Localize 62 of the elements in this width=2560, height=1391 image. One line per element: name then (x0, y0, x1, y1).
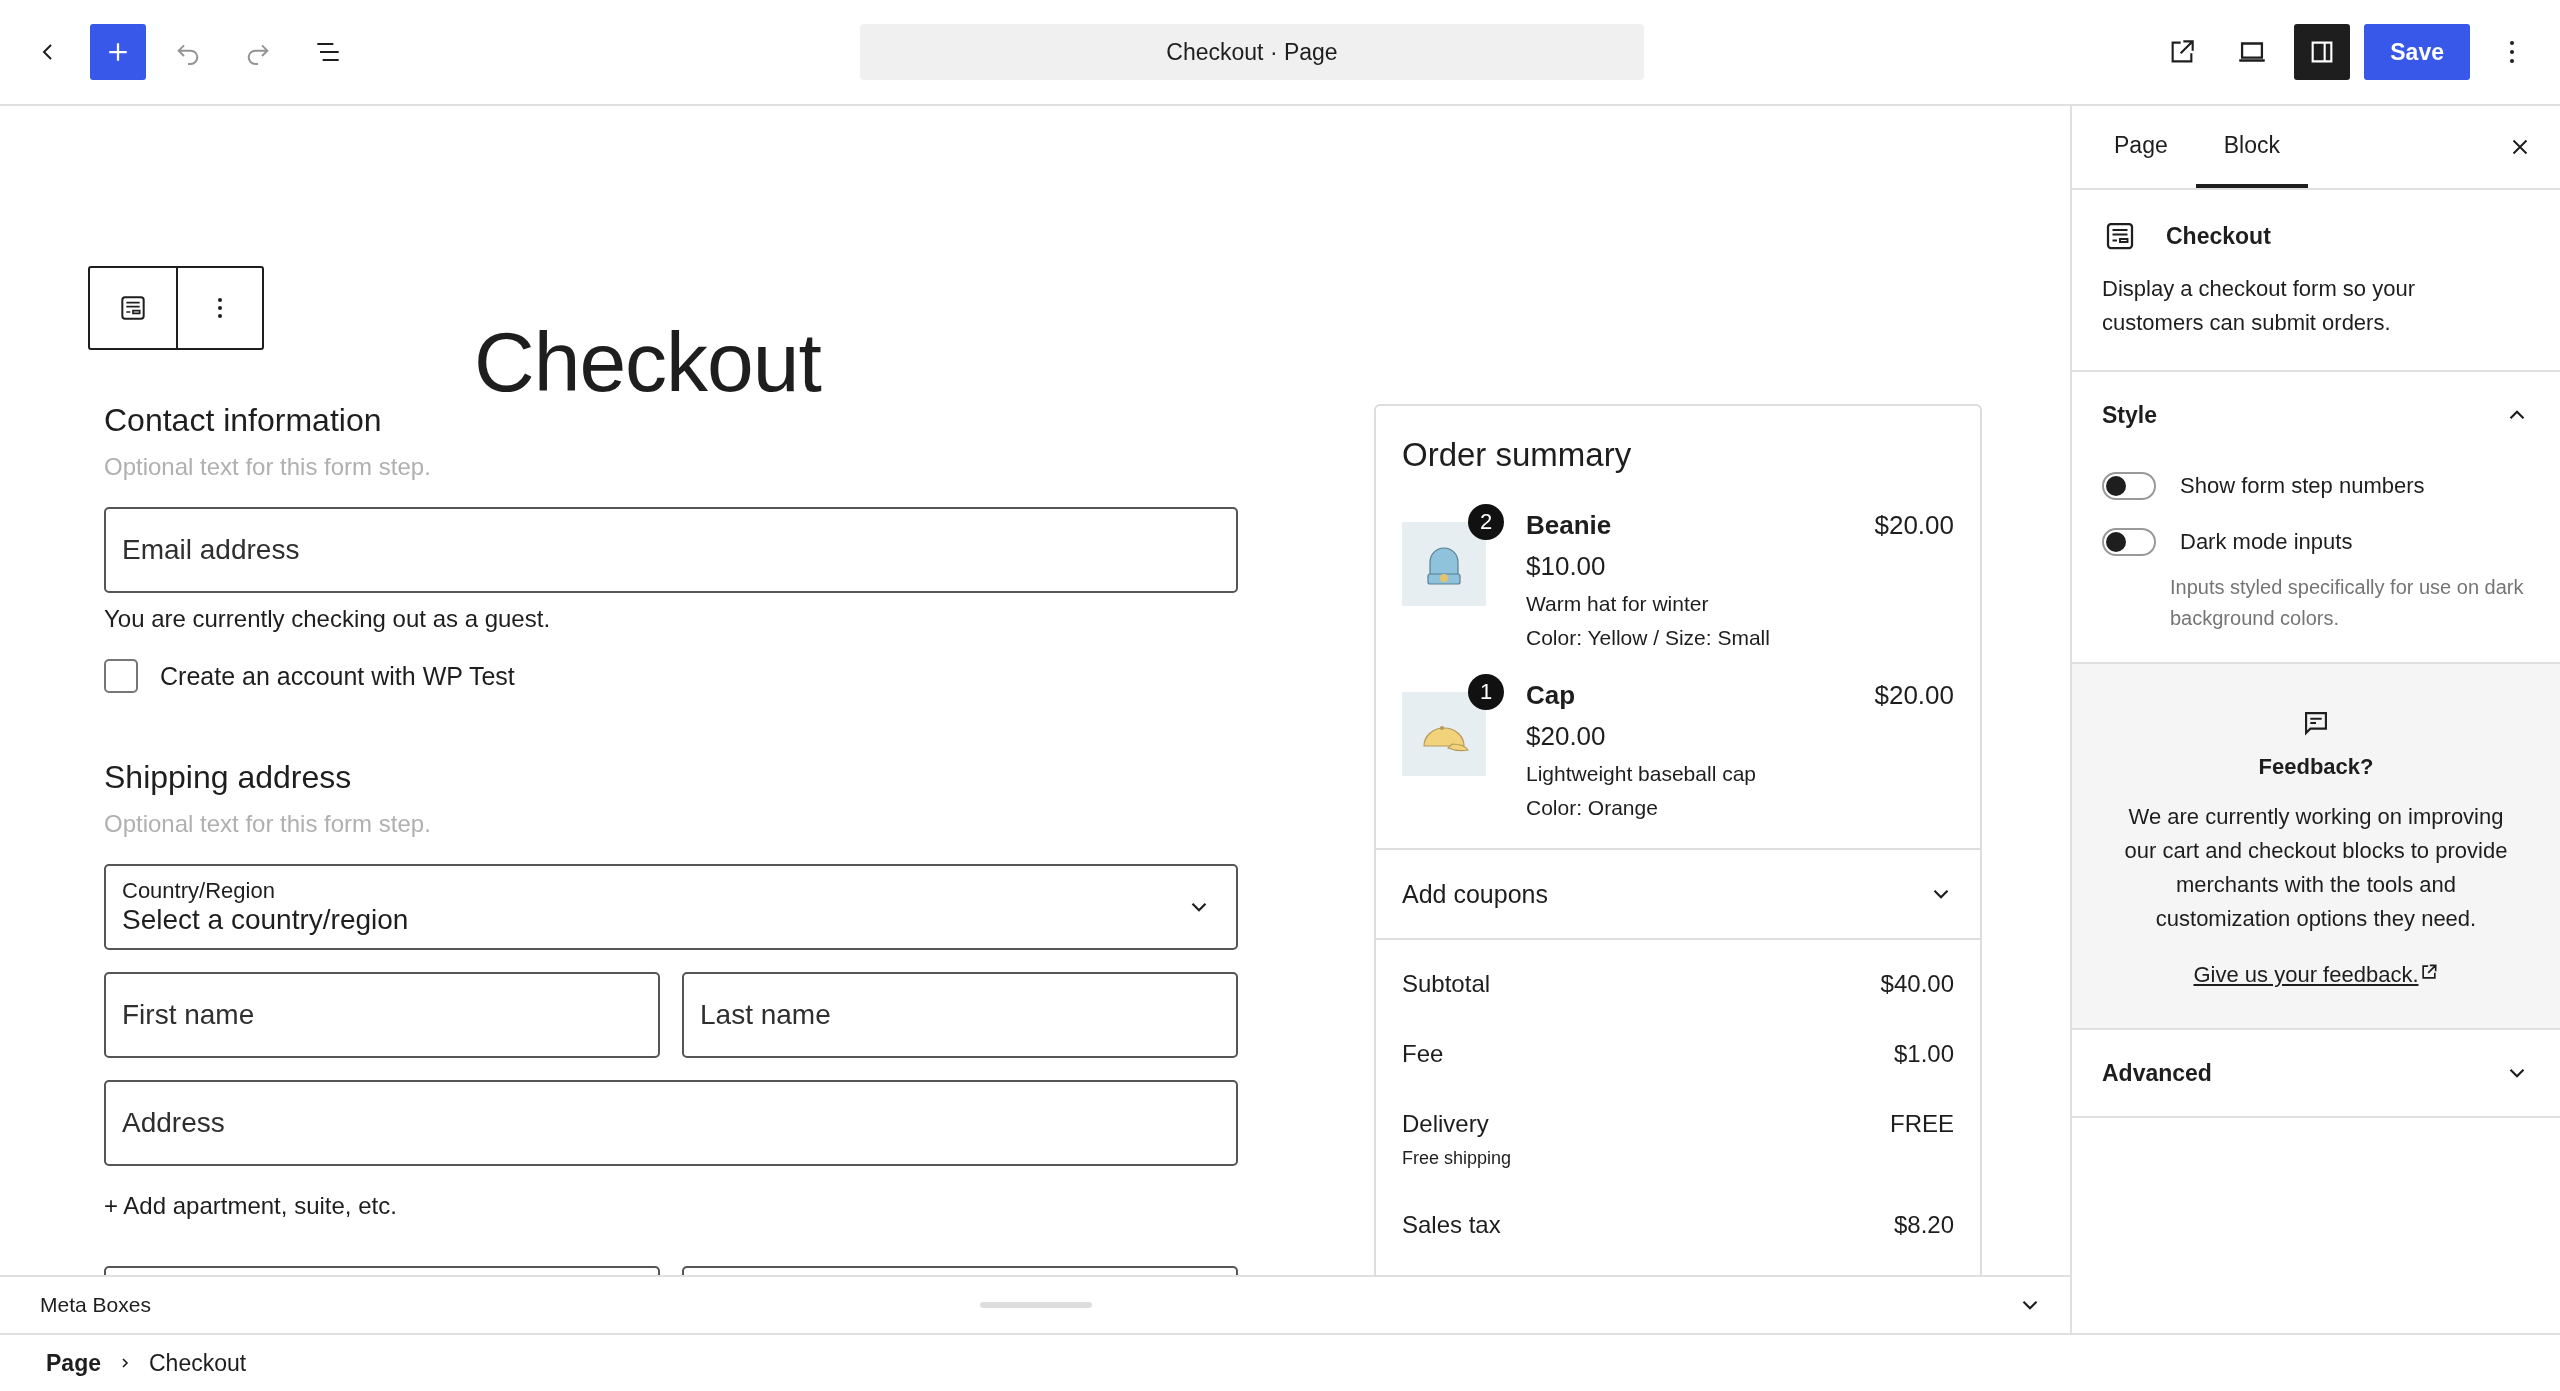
advanced-panel-toggle[interactable]: Advanced (2102, 1030, 2530, 1116)
panel-title: Meta Boxes (40, 1293, 151, 1317)
unit-price: $20.00 (1526, 721, 1607, 752)
document-title[interactable]: Checkout · Page (860, 24, 1644, 80)
email-field[interactable]: Email address (104, 507, 1238, 593)
toggle-label: Dark mode inputs (2180, 529, 2353, 555)
save-button[interactable]: Save (2364, 24, 2470, 80)
unit-price: $10.00 (1526, 551, 1607, 582)
add-coupons-toggle[interactable]: Add coupons (1376, 848, 1980, 940)
step-hint: Optional text for this form step. (104, 810, 432, 838)
summary-heading: Order summary (1402, 436, 1633, 474)
style-panel-toggle[interactable]: Style (2102, 372, 2530, 458)
country-select[interactable]: Country/Region Select a country/region (104, 864, 1238, 950)
toggle-switch[interactable] (2102, 472, 2156, 500)
feedback-text: We are currently working on improving our cart and checkout blocks to provide merchants with the tools and customization options they need. (2123, 803, 2509, 933)
product-variation: Color: Yellow / Size: Small (1526, 626, 1771, 650)
total-value: $40.00 (1880, 970, 1954, 998)
shipping-note: Free shipping (1402, 1148, 1512, 1169)
address-field[interactable]: Address (104, 1080, 1238, 1166)
add-block-button[interactable] (90, 24, 146, 80)
total-label: Fee (1402, 1040, 1444, 1068)
help-text: Inputs styled specifically for use on dark background colors. (2170, 575, 2525, 631)
total-label: Delivery (1402, 1110, 1490, 1138)
sidebar-tab[interactable]: Page (2086, 106, 2196, 188)
product-variation: Color: Orange (1526, 796, 1659, 820)
last-name-field[interactable]: Last name (682, 972, 1238, 1058)
line-total: $20.00 (1874, 680, 1954, 711)
first-name-field[interactable]: First name (104, 972, 660, 1058)
guest-note: You are currently checking out as a guest. (104, 605, 552, 633)
block-description: Display a checkout form so your customers can submit orders. (2102, 275, 2417, 337)
total-label: Subtotal (1402, 970, 1491, 998)
total-label: Sales tax (1402, 1211, 1501, 1239)
section-heading: Shipping address (104, 758, 353, 796)
checkbox[interactable] (104, 659, 138, 693)
section-heading: Contact information (104, 401, 383, 439)
step-hint: Optional text for this form step. (104, 453, 432, 481)
product-description: Lightweight baseball cap (1526, 762, 1757, 786)
block-name: Checkout (2166, 222, 2271, 250)
resize-handle[interactable] (980, 1302, 1092, 1308)
quantity-badge: 1 (1468, 674, 1504, 710)
product-name: Beanie (1526, 510, 1612, 541)
page-title: Checkout (474, 314, 821, 411)
total-value: $1.00 (1893, 1040, 1954, 1068)
checkbox-label: Create an account with WP Test (160, 661, 515, 691)
feedback-link[interactable]: Give us your feedback. (2193, 962, 2439, 988)
sidebar-tab[interactable]: Block (2195, 106, 2308, 188)
more-options-icon (2508, 38, 2516, 66)
feedback-heading: Feedback? (2258, 754, 2374, 780)
add-apartment-link[interactable]: + Add apartment, suite, etc. (104, 1192, 397, 1220)
toggle-label: Show form step numbers (2180, 473, 2425, 499)
total-value: $8.20 (1893, 1211, 1954, 1239)
select-value: Select a country/region (122, 904, 409, 936)
breadcrumb-item[interactable]: Checkout (149, 1349, 247, 1377)
line-total: $20.00 (1874, 510, 1954, 541)
toggle-switch[interactable] (2102, 528, 2156, 556)
quantity-badge: 2 (1468, 504, 1504, 540)
field-label: Country/Region (122, 878, 276, 904)
product-description: Warm hat for winter (1526, 592, 1710, 616)
product-name: Cap (1526, 680, 1576, 711)
total-value: FREE (1890, 1110, 1954, 1138)
breadcrumb-item[interactable]: Page (46, 1349, 101, 1377)
settings-button[interactable] (2294, 24, 2351, 80)
